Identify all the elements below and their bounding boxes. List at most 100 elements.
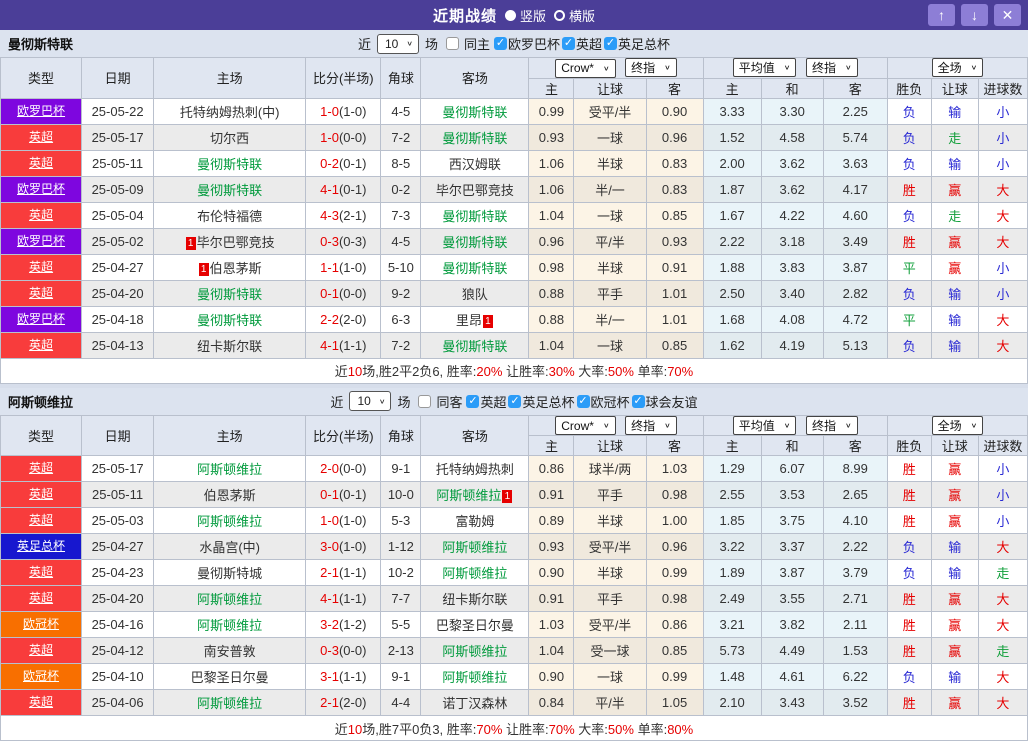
move-down-button[interactable]: ↓ bbox=[961, 4, 988, 26]
team-link[interactable]: 曼彻斯特联 bbox=[442, 261, 507, 276]
team-link[interactable]: 纽卡斯尔联 bbox=[442, 592, 507, 607]
league-checkbox-checked[interactable]: ✓ bbox=[508, 395, 521, 408]
team-link[interactable]: 伯恩茅斯 bbox=[210, 261, 262, 276]
team-link[interactable]: 西汉姆联 bbox=[449, 157, 501, 172]
same-venue-checkbox[interactable] bbox=[446, 37, 459, 50]
league-type-link[interactable]: 欧罗巴杯 bbox=[1, 99, 81, 124]
league-type-link[interactable]: 英超 bbox=[1, 281, 81, 306]
team-link[interactable]: 富勒姆 bbox=[455, 514, 494, 529]
bookmaker-select[interactable]: Crow*∨ bbox=[555, 416, 615, 435]
league-filter-item[interactable]: ✓英足总杯 bbox=[604, 34, 670, 53]
move-up-button[interactable]: ↑ bbox=[928, 4, 955, 26]
league-type-link[interactable]: 欧冠杯 bbox=[1, 612, 81, 637]
team-link[interactable]: 阿斯顿维拉 bbox=[197, 462, 262, 477]
league-filter-item[interactable]: ✓英足总杯 bbox=[508, 392, 574, 411]
odds-stage-select[interactable]: 终指∨ bbox=[625, 416, 677, 435]
team-link[interactable]: 巴黎圣日尔曼 bbox=[191, 670, 269, 685]
team-link[interactable]: 曼彻斯特联 bbox=[442, 235, 507, 250]
radio-horizontal-layout[interactable]: 横版 bbox=[554, 6, 595, 25]
league-type-link[interactable]: 英超 bbox=[1, 255, 81, 280]
team-link[interactable]: 托特纳姆热刺 bbox=[436, 462, 514, 477]
league-filter-item[interactable]: ✓英超 bbox=[562, 34, 602, 53]
league-type-link[interactable]: 英超 bbox=[1, 333, 81, 358]
league-checkbox-checked[interactable]: ✓ bbox=[604, 37, 617, 50]
league-type-link[interactable]: 英超 bbox=[1, 125, 81, 150]
odds-stage-select[interactable]: 终指∨ bbox=[806, 416, 858, 435]
team-link[interactable]: 阿斯顿维拉 bbox=[197, 618, 262, 633]
league-checkbox-checked[interactable]: ✓ bbox=[494, 37, 507, 50]
league-filter-item[interactable]: ✓欧罗巴杯 bbox=[494, 34, 560, 53]
average-select[interactable]: 平均值∨ bbox=[733, 58, 797, 77]
league-checkbox-checked[interactable]: ✓ bbox=[466, 395, 479, 408]
team-link[interactable]: 曼彻斯特联 bbox=[197, 313, 262, 328]
scope-select[interactable]: 全场∨ bbox=[932, 58, 984, 77]
team-link[interactable]: 曼彻斯特联 bbox=[442, 209, 507, 224]
team-link[interactable]: 毕尔巴鄂竞技 bbox=[197, 235, 275, 250]
league-type-link[interactable]: 英超 bbox=[1, 456, 81, 481]
team-link[interactable]: 毕尔巴鄂竞技 bbox=[436, 183, 514, 198]
team-link[interactable]: 阿斯顿维拉 bbox=[442, 566, 507, 581]
team-link[interactable]: 切尔西 bbox=[210, 131, 249, 146]
league-type-link[interactable]: 欧罗巴杯 bbox=[1, 307, 81, 332]
league-type-link[interactable]: 英超 bbox=[1, 508, 81, 533]
team-link[interactable]: 水晶宫(中) bbox=[199, 540, 260, 555]
league-type-link[interactable]: 英超 bbox=[1, 638, 81, 663]
odds-stage-select[interactable]: 终指∨ bbox=[806, 58, 858, 77]
team-link[interactable]: 里昂 bbox=[456, 313, 482, 328]
recent-count-select[interactable]: 10 ∨ bbox=[349, 391, 391, 411]
team-link[interactable]: 阿斯顿维拉 bbox=[197, 514, 262, 529]
league-checkbox-checked[interactable]: ✓ bbox=[632, 395, 645, 408]
league-filter-item[interactable]: ✓英超 bbox=[466, 392, 506, 411]
scope-group-header: 全场∨ bbox=[887, 58, 1027, 79]
team-link[interactable]: 伯恩茅斯 bbox=[204, 488, 256, 503]
fulltime-score: 2-1 bbox=[320, 565, 339, 580]
recent-count-select[interactable]: 10 ∨ bbox=[377, 34, 419, 54]
team-link[interactable]: 阿斯顿维拉 bbox=[197, 592, 262, 607]
team-link[interactable]: 狼队 bbox=[462, 287, 488, 302]
team-link[interactable]: 曼彻斯特联 bbox=[442, 105, 507, 120]
team-link[interactable]: 诺丁汉森林 bbox=[442, 696, 507, 711]
team-link[interactable]: 曼彻斯特联 bbox=[197, 183, 262, 198]
team-link[interactable]: 曼彻斯特联 bbox=[197, 157, 262, 172]
corner-cell: 4-5 bbox=[381, 98, 421, 124]
league-type-link[interactable]: 英超 bbox=[1, 560, 81, 585]
league-filter-item[interactable]: ✓球会友谊 bbox=[632, 392, 698, 411]
team-link[interactable]: 阿斯顿维拉 bbox=[442, 670, 507, 685]
odds-stage-select[interactable]: 终指∨ bbox=[625, 58, 677, 77]
avg-home-odds-cell: 1.85 bbox=[703, 508, 761, 534]
league-checkbox-checked[interactable]: ✓ bbox=[562, 37, 575, 50]
league-filter-item[interactable]: ✓欧冠杯 bbox=[577, 392, 630, 411]
crow-away-odds-cell: 1.05 bbox=[646, 690, 703, 716]
team-link[interactable]: 曼彻斯特联 bbox=[442, 131, 507, 146]
team-link[interactable]: 阿斯顿维拉 bbox=[197, 696, 262, 711]
handicap-result-cell: 赢 bbox=[931, 638, 978, 664]
league-type-link[interactable]: 英超 bbox=[1, 586, 81, 611]
bookmaker-select[interactable]: Crow*∨ bbox=[555, 59, 615, 78]
league-type-link[interactable]: 欧冠杯 bbox=[1, 664, 81, 689]
league-type-link[interactable]: 英超 bbox=[1, 151, 81, 176]
league-type-link[interactable]: 英超 bbox=[1, 482, 81, 507]
league-type-link[interactable]: 欧罗巴杯 bbox=[1, 177, 81, 202]
average-select[interactable]: 平均值∨ bbox=[733, 416, 797, 435]
team-link[interactable]: 阿斯顿维拉 bbox=[436, 488, 501, 503]
league-type-link[interactable]: 英足总杯 bbox=[1, 534, 81, 559]
team-link[interactable]: 曼彻斯特城 bbox=[197, 566, 262, 581]
league-checkbox-checked[interactable]: ✓ bbox=[577, 395, 590, 408]
league-type-link[interactable]: 英超 bbox=[1, 203, 81, 228]
team-link[interactable]: 布伦特福德 bbox=[197, 209, 262, 224]
team-link[interactable]: 曼彻斯特联 bbox=[197, 287, 262, 302]
league-type-link[interactable]: 英超 bbox=[1, 690, 81, 715]
team-link[interactable]: 阿斯顿维拉 bbox=[442, 644, 507, 659]
col-handicap-result: 让球 bbox=[931, 436, 978, 456]
team-link[interactable]: 阿斯顿维拉 bbox=[442, 540, 507, 555]
league-type-link[interactable]: 欧罗巴杯 bbox=[1, 229, 81, 254]
same-venue-checkbox[interactable] bbox=[418, 395, 431, 408]
team-link[interactable]: 巴黎圣日尔曼 bbox=[436, 618, 514, 633]
team-link[interactable]: 纽卡斯尔联 bbox=[197, 339, 262, 354]
team-link[interactable]: 南安普敦 bbox=[204, 644, 256, 659]
team-link[interactable]: 托特纳姆热刺(中) bbox=[180, 105, 280, 120]
radio-vertical-layout[interactable]: 竖版 bbox=[505, 6, 546, 25]
scope-select[interactable]: 全场∨ bbox=[932, 416, 984, 435]
team-link[interactable]: 曼彻斯特联 bbox=[442, 339, 507, 354]
close-button[interactable]: ✕ bbox=[994, 4, 1021, 26]
